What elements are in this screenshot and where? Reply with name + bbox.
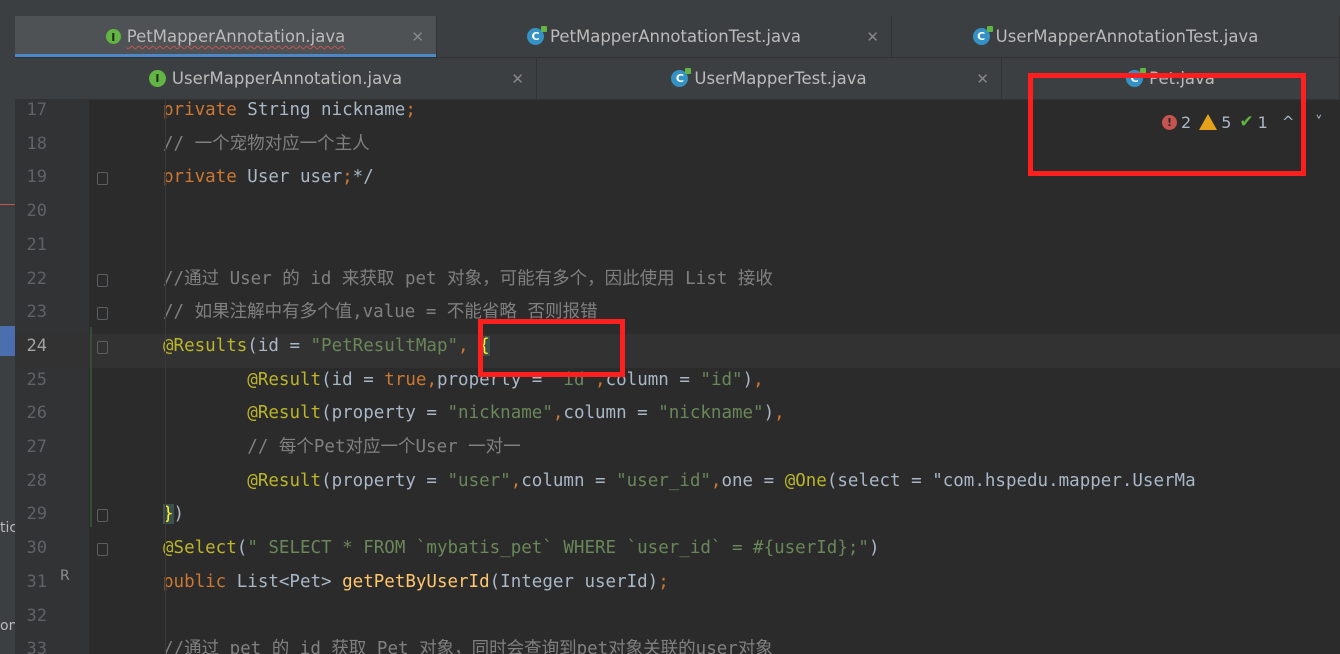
editor-tabs-row-1: I PetMapperAnnotation.java ✕ C PetMapper… [15, 16, 1340, 58]
code-line[interactable]: 21 [15, 233, 1340, 267]
tab-label: PetMapperAnnotationTest.java [549, 27, 801, 46]
error-icon: ! [1162, 114, 1177, 130]
tab-label: Pet.java [1149, 69, 1215, 88]
tab-pet-mapper-annotation-test[interactable]: C PetMapperAnnotationTest.java ✕ [437, 16, 892, 57]
code-line[interactable]: 30 @Select(" SELECT * FROM `mybatis_pet` … [15, 536, 1340, 570]
line-number[interactable]: 23 [15, 300, 47, 324]
code-text: private String nickname; [163, 100, 416, 120]
line-number[interactable]: 29 [15, 502, 47, 526]
class-icon: C [1126, 68, 1147, 87]
class-icon: C [972, 26, 993, 45]
check-icon: ✔ [1239, 112, 1254, 132]
indent-guide [165, 100, 166, 654]
line-number[interactable]: 18 [15, 132, 47, 156]
code-line[interactable]: 32 [15, 604, 1340, 638]
line-number[interactable]: 27 [15, 435, 47, 459]
code-line[interactable]: 33 //通过 pet 的 id 获取 Pet 对象，同时会查询到pet对象关联的… [15, 637, 1340, 654]
fold-marker-icon[interactable] [97, 543, 108, 556]
line-number[interactable]: 17 [15, 100, 47, 122]
warning-count[interactable]: 5 [1199, 113, 1231, 132]
code-line[interactable]: 22 //通过 User 的 id 来获取 pet 对象，可能有多个，因此使用 L… [15, 267, 1340, 301]
tab-label: UserMapperAnnotationTest.java [995, 27, 1259, 46]
tab-user-mapper-annotation[interactable]: I UserMapperAnnotation.java ✕ [15, 58, 537, 99]
close-icon[interactable]: ✕ [411, 28, 424, 46]
line-number[interactable]: 20 [15, 199, 47, 223]
fold-marker-icon[interactable] [97, 509, 108, 522]
code-line[interactable]: 26 @Result(property = "nickname",column … [15, 401, 1340, 435]
editor-tabs-row-2: I UserMapperAnnotation.java ✕ C UserMapp… [15, 58, 1340, 100]
line-number[interactable]: 31 [15, 570, 47, 594]
class-icon: C [671, 68, 692, 87]
error-count[interactable]: ! 2 [1162, 113, 1191, 132]
warning-icon [1199, 114, 1218, 130]
code-line[interactable]: 28 @Result(property = "user",column = "u… [15, 469, 1340, 503]
code-text: private User user;*/ [163, 167, 374, 187]
error-count-value: 2 [1181, 112, 1192, 132]
vcs-change-marker[interactable] [90, 327, 92, 527]
close-icon[interactable]: ✕ [976, 70, 989, 88]
code-line[interactable]: 25 @Result(id = true,property = "id",col… [15, 368, 1340, 402]
interface-icon: I [148, 70, 166, 87]
code-text: @Select(" SELECT * FROM `mybatis_pet` WH… [163, 538, 880, 558]
code-line[interactable]: 19 private User user;*/ [15, 165, 1340, 199]
class-icon: C [526, 26, 547, 45]
code-line[interactable]: 20 [15, 199, 1340, 233]
fold-marker-icon[interactable] [97, 307, 108, 320]
code-text: @Results(id = "PetResultMap", { [163, 336, 490, 356]
line-number[interactable]: 32 [15, 604, 47, 628]
code-line[interactable]: 17 private String nickname; [15, 100, 1340, 132]
line-number[interactable]: 21 [15, 233, 47, 257]
inspection-widget[interactable]: ! 2 5 ✔ 1 ^ ˅ [1162, 112, 1331, 132]
tab-label: UserMapperAnnotation.java [171, 69, 403, 88]
line-number[interactable]: 24 [15, 334, 47, 358]
code-text: @Result(id = true,property = "id",column… [247, 370, 764, 390]
line-number[interactable]: 25 [15, 368, 47, 392]
code-editor[interactable]: 17 private String nickname; 18 // 一个宠物对应一个主… [15, 100, 1340, 654]
code-line[interactable]: 27 // 每个Pet对应一个User 一对一 [15, 435, 1340, 469]
code-text: //通过 pet 的 id 获取 Pet 对象，同时会查询到pet对象关联的us… [163, 639, 773, 654]
code-text: }) [163, 504, 185, 524]
line-number[interactable]: 30 [15, 536, 47, 560]
code-line[interactable]: 31 public List<Pet> getPetByUserId(Intege… [15, 570, 1340, 604]
code-line[interactable]: 29}) [15, 502, 1340, 536]
line-number[interactable]: 26 [15, 401, 47, 425]
typo-count-value: 1 [1257, 112, 1268, 132]
error-marker-line [0, 204, 15, 205]
code-line[interactable]: 24 @Results(id = "PetResultMap", { [15, 334, 1340, 368]
code-text: // 每个Pet对应一个User 一对一 [163, 437, 521, 457]
left-tool-strip: tic on [0, 0, 17, 654]
line-number[interactable]: 19 [15, 165, 47, 189]
tab-user-mapper-test[interactable]: C UserMapperTest.java ✕ [537, 58, 1002, 99]
code-text: //通过 User 的 id 来获取 pet 对象，可能有多个，因此使用 Lis… [163, 269, 773, 289]
code-line[interactable]: 23 // 如果注解中有多个值,value = 不能省略 否则报错 [15, 300, 1340, 334]
line-number[interactable]: 22 [15, 267, 47, 291]
code-text: // 一个宠物对应一个主人 [163, 134, 370, 154]
code-line[interactable]: 18 // 一个宠物对应一个主人 [15, 132, 1340, 166]
close-icon[interactable]: ✕ [511, 70, 524, 88]
interface-icon: I [105, 29, 121, 44]
line-number[interactable]: 33 [15, 637, 47, 654]
fold-marker-icon[interactable] [97, 341, 108, 354]
editor-tabs-row-hidden [15, 0, 1340, 17]
line-number[interactable]: 28 [15, 469, 47, 493]
author-annotation-icon[interactable]: R [60, 568, 70, 584]
code-text: // 如果注解中有多个值,value = 不能省略 否则报错 [163, 302, 598, 322]
code-text: @Result(property = "user",column = "user… [247, 471, 1196, 491]
code-text: @Result(property = "nickname",column = "… [247, 403, 785, 423]
fold-marker-icon[interactable] [97, 172, 108, 185]
code-text: public List<Pet> getPetByUserId(Integer … [163, 572, 669, 592]
tab-label: UserMapperTest.java [694, 69, 867, 88]
typo-count[interactable]: ✔ 1 [1239, 112, 1267, 132]
close-icon[interactable]: ✕ [866, 28, 879, 46]
tab-pet[interactable]: C Pet.java [1002, 58, 1340, 99]
navigate-problems-icon[interactable]: ^ ˅ [1282, 113, 1331, 131]
warning-count-value: 5 [1221, 112, 1232, 132]
tab-label: PetMapperAnnotation.java [126, 27, 346, 46]
selected-tool-indicator[interactable] [0, 326, 15, 356]
tab-pet-mapper-annotation[interactable]: I PetMapperAnnotation.java ✕ [15, 16, 437, 57]
fold-marker-icon[interactable] [97, 274, 108, 287]
tab-user-mapper-annotation-test[interactable]: C UserMapperAnnotationTest.java [892, 16, 1340, 57]
